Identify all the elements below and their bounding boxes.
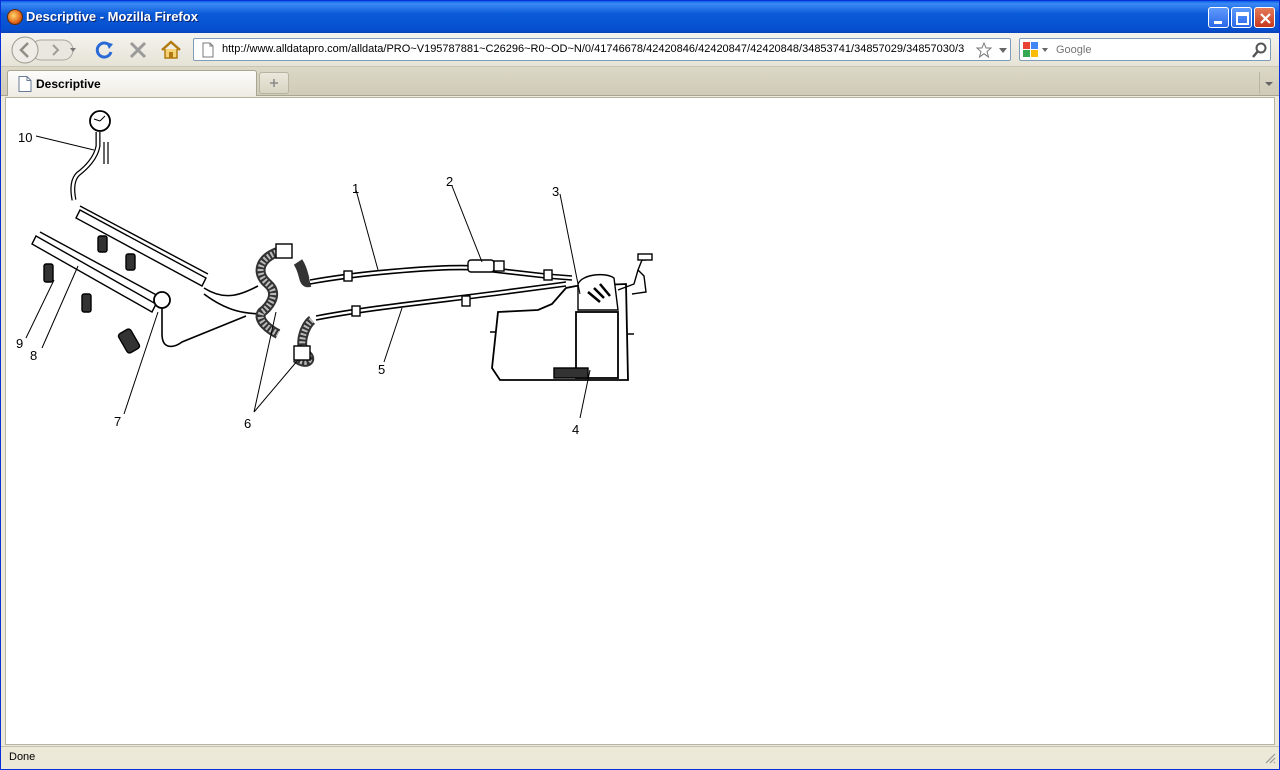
callout-8: 8: [30, 348, 37, 363]
search-engine-icon[interactable]: [1022, 41, 1050, 59]
chevron-down-icon: [1265, 82, 1273, 86]
forward-button[interactable]: [43, 41, 63, 61]
url-dropdown-icon[interactable]: [998, 46, 1008, 56]
page-icon: [18, 76, 32, 92]
fuel-system-diagram: 1 2 3 4 5 6 7 8 9 10: [16, 110, 653, 437]
stop-icon: [129, 41, 147, 59]
callout-7: 7: [114, 414, 121, 429]
home-icon: [161, 40, 181, 59]
navigation-toolbar: http://www.alldatapro.com/alldata/PRO~V1…: [1, 33, 1279, 67]
firefox-icon: [7, 9, 23, 25]
home-button[interactable]: [159, 38, 183, 62]
callout-1: 1: [352, 181, 359, 196]
status-bar: Done: [1, 746, 1279, 769]
reload-icon: [95, 41, 113, 59]
new-tab-button[interactable]: [259, 72, 289, 94]
maximize-icon: [1236, 12, 1249, 25]
reload-button[interactable]: [92, 38, 116, 62]
tab-label: Descriptive: [36, 77, 101, 91]
bookmark-star-icon[interactable]: [976, 42, 992, 58]
status-text: Done: [9, 751, 36, 763]
title-bar[interactable]: Descriptive - Mozilla Firefox: [1, 1, 1279, 33]
tab-descriptive[interactable]: Descriptive: [7, 70, 257, 96]
close-button[interactable]: [1254, 7, 1275, 28]
page-content: 1 2 3 4 5 6 7 8 9 10: [5, 97, 1275, 745]
minimize-button[interactable]: [1208, 7, 1229, 28]
callout-10: 10: [18, 130, 32, 145]
page-icon: [202, 42, 214, 58]
search-icon[interactable]: [1252, 42, 1268, 58]
url-bar[interactable]: http://www.alldatapro.com/alldata/PRO~V1…: [193, 38, 1011, 61]
callout-4: 4: [572, 422, 579, 437]
resize-grip-icon[interactable]: [1262, 750, 1276, 766]
callout-3: 3: [552, 184, 559, 199]
stop-button[interactable]: [126, 38, 150, 62]
list-all-tabs-button[interactable]: [1259, 72, 1277, 94]
search-input[interactable]: [1056, 42, 1246, 58]
plus-icon: [270, 79, 278, 87]
url-text: http://www.alldatapro.com/alldata/PRO~V1…: [222, 43, 965, 55]
callout-2: 2: [446, 174, 453, 189]
window-title: Descriptive - Mozilla Firefox: [26, 9, 198, 24]
back-button[interactable]: [11, 36, 39, 64]
tab-strip: Descriptive: [1, 67, 1279, 96]
callout-5: 5: [378, 362, 385, 377]
close-icon: [1260, 13, 1271, 24]
callout-6: 6: [244, 416, 251, 431]
minimize-icon: [1214, 21, 1222, 24]
maximize-button[interactable]: [1231, 7, 1252, 28]
browser-window: Descriptive - Mozilla Firefox http://www…: [0, 0, 1280, 770]
history-dropdown[interactable]: [67, 41, 79, 61]
callout-9: 9: [16, 336, 23, 351]
search-bar: [1019, 38, 1271, 61]
